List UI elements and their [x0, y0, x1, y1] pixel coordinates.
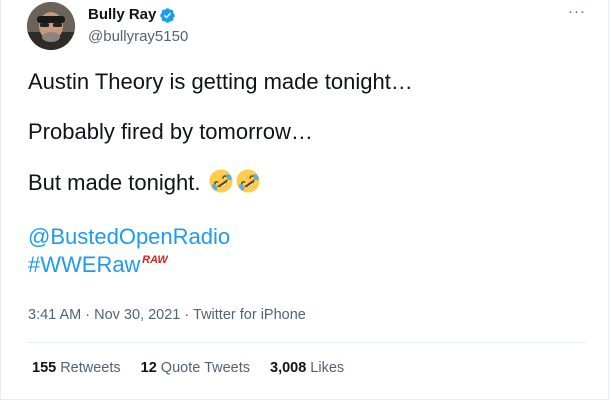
raw-hashflag-icon: RAW [143, 254, 169, 266]
tweet-stats: 155 Retweets 12 Quote Tweets 3,008 Likes [32, 358, 364, 378]
tweet-line-2: Probably fired by tomorrow… [28, 119, 313, 144]
author-block: Bully Ray @bullyray5150 [88, 5, 188, 47]
mention-link[interactable]: @BustedOpenRadio [28, 223, 588, 251]
retweets-count: 155 [32, 360, 57, 376]
avatar-photo [27, 2, 75, 50]
tweet-time[interactable]: 3:41 AM [28, 307, 81, 323]
likes-stat[interactable]: 3,008 Likes [270, 358, 344, 378]
likes-count: 3,008 [270, 360, 307, 376]
raw-hashflag-text: RAW [143, 254, 169, 266]
rolling-on-floor-laughing-icon [209, 169, 233, 193]
tweet-line-3-wrapper: But made tonight. [28, 168, 588, 197]
author-handle[interactable]: @bullyray5150 [88, 27, 188, 47]
hashtag-row: #WWERaw RAW [28, 251, 588, 279]
tweet-meta: 3:41 AM · Nov 30, 2021 · Twitter for iPh… [28, 305, 306, 325]
tweet-date[interactable]: Nov 30, 2021 [94, 307, 180, 323]
verified-badge-icon [160, 7, 176, 23]
author-name[interactable]: Bully Ray [88, 5, 156, 25]
hashtag-link[interactable]: #WWERaw [28, 252, 140, 277]
rolling-on-floor-laughing-icon [236, 169, 260, 193]
quotes-count: 12 [140, 360, 157, 376]
meta-separator: · [184, 307, 190, 323]
tweet-source[interactable]: Twitter for iPhone [193, 307, 306, 323]
likes-label: Likes [310, 360, 345, 376]
more-options-icon[interactable]: ··· [568, 2, 586, 22]
quote-tweets-stat[interactable]: 12 Quote Tweets [141, 358, 250, 378]
tweet-text: Austin Theory is getting made tonight… P… [28, 68, 588, 279]
quotes-label: Quote Tweets [160, 360, 250, 376]
meta-separator: · [85, 307, 91, 323]
avatar[interactable] [27, 2, 75, 50]
tweet-line-3: But made tonight. [28, 170, 201, 195]
divider [28, 342, 586, 343]
tweet-card: Bully Ray @bullyray5150 ··· Austin Theor… [0, 0, 609, 400]
tweet-line-1: Austin Theory is getting made tonight… [28, 69, 413, 94]
retweets-label: Retweets [60, 360, 121, 376]
retweets-stat[interactable]: 155 Retweets [32, 358, 121, 378]
